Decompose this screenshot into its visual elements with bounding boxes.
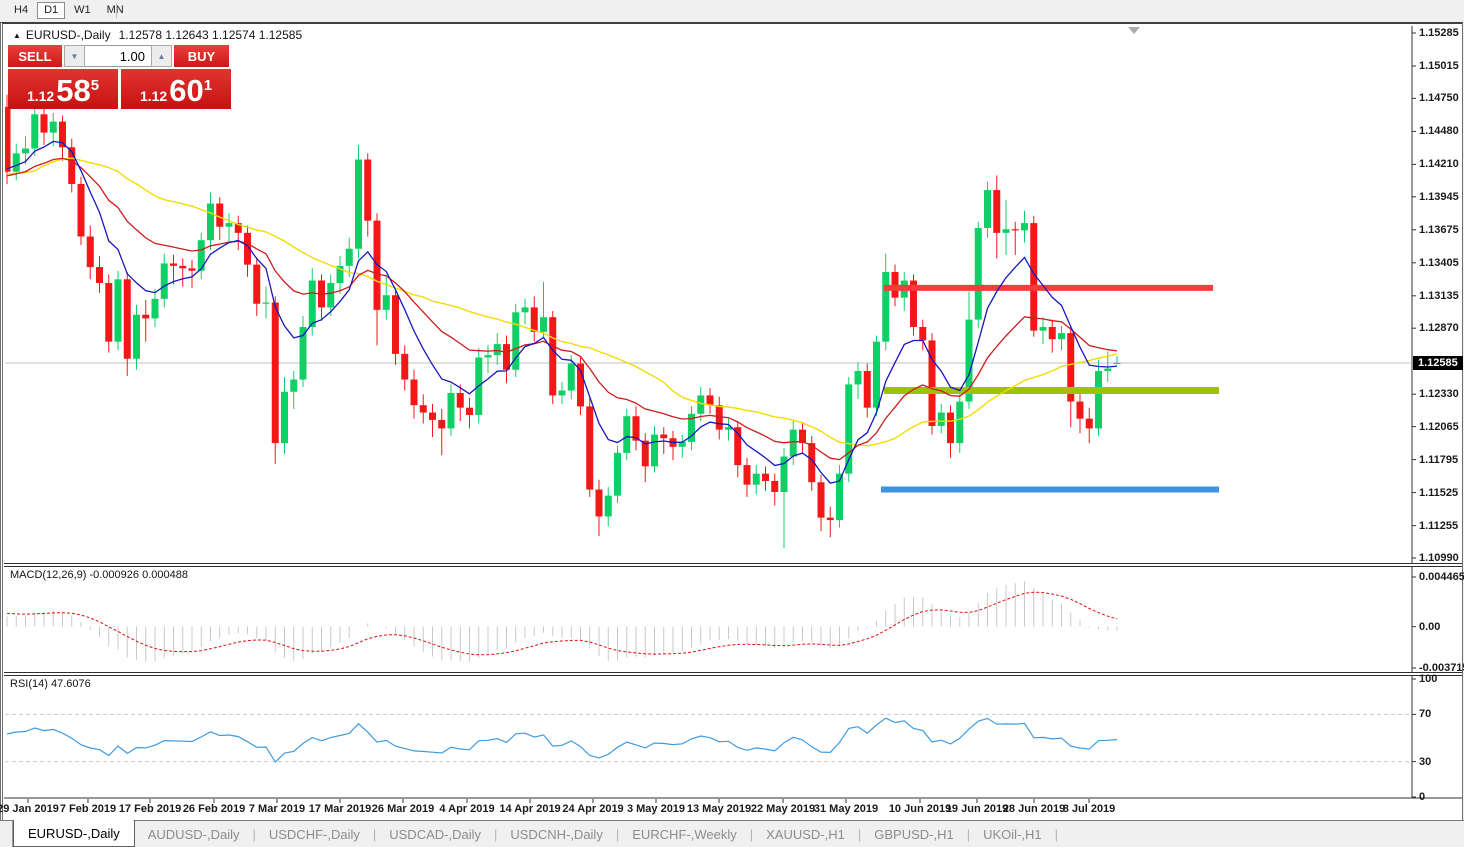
timeframe-button-d1[interactable]: D1 bbox=[37, 2, 65, 19]
price-axis-label: 1.13945 bbox=[1419, 191, 1459, 203]
buy-price-pip: 1 bbox=[204, 78, 212, 93]
sell-button[interactable]: SELL bbox=[8, 45, 62, 67]
date-axis-label: 4 Apr 2019 bbox=[439, 803, 494, 815]
date-axis-label: 26 Feb 2019 bbox=[183, 803, 245, 815]
rsi-axis-label: 0 bbox=[1419, 791, 1425, 803]
volume-input[interactable] bbox=[85, 45, 151, 67]
sell-price-pip: 5 bbox=[91, 78, 99, 93]
chart-shift-marker-icon[interactable] bbox=[1128, 27, 1140, 34]
date-axis-label: 22 May 2019 bbox=[751, 803, 815, 815]
volume-decrease-icon[interactable]: ▼ bbox=[64, 45, 85, 67]
sell-price-box[interactable]: 1.12 58 5 bbox=[8, 69, 118, 109]
toolbar-separator bbox=[116, 3, 117, 18]
date-axis-label: 8 Jul 2019 bbox=[1063, 803, 1116, 815]
volume-increase-icon[interactable]: ▲ bbox=[151, 45, 172, 67]
tab-separator: | bbox=[1055, 821, 1058, 847]
chart-tab-gbpusd-h1[interactable]: GBPUSD-,H1 bbox=[861, 821, 966, 847]
macd-axis-label: 0.00 bbox=[1419, 621, 1440, 633]
chart-tab-usdcad-daily[interactable]: USDCAD-,Daily bbox=[376, 821, 494, 847]
volume-stepper: ▼ ▲ bbox=[64, 45, 172, 67]
chart-ohlc-values: 1.12578 1.12643 1.12574 1.12585 bbox=[119, 28, 303, 42]
buy-button[interactable]: BUY bbox=[174, 45, 229, 67]
rsi-axis-label: 70 bbox=[1419, 708, 1431, 720]
chart-tab-ukoil-h1[interactable]: UKOil-,H1 bbox=[970, 821, 1055, 847]
chart-tab-usdcnh-daily[interactable]: USDCNH-,Daily bbox=[497, 821, 615, 847]
price-axis-label: 1.15285 bbox=[1419, 27, 1459, 39]
mt4-terminal: H4D1W1MN ▲ EURUSD-,Daily 1.12578 1.12643 1… bbox=[0, 0, 1464, 847]
one-click-trading-panel: SELL ▼ ▲ BUY 1.12 58 5 1.12 60 1 bbox=[8, 45, 233, 109]
chart-window[interactable] bbox=[0, 22, 1463, 820]
chart-collapse-icon[interactable]: ▲ bbox=[13, 31, 21, 40]
price-axis-label: 1.14480 bbox=[1419, 125, 1459, 137]
price-axis-label: 1.12870 bbox=[1419, 322, 1459, 334]
date-axis-label: 28 Jun 2019 bbox=[1003, 803, 1065, 815]
date-axis-label: 14 Apr 2019 bbox=[499, 803, 560, 815]
buy-price-box[interactable]: 1.12 60 1 bbox=[121, 69, 231, 109]
macd-pane-splitter[interactable] bbox=[4, 563, 1462, 567]
rsi-axis-label: 100 bbox=[1419, 673, 1437, 685]
chart-tab-bar: EURUSD-,DailyAUDUSD-,Daily | USDCHF-,Daily… bbox=[0, 820, 1464, 847]
buy-price-base: 1.12 bbox=[140, 86, 167, 106]
date-axis-label: 3 May 2019 bbox=[627, 803, 685, 815]
chart-symbol-label: EURUSD-,Daily bbox=[26, 28, 111, 42]
date-axis-label: 13 May 2019 bbox=[687, 803, 751, 815]
price-axis-label: 1.15015 bbox=[1419, 60, 1459, 72]
sell-price-big: 58 bbox=[56, 76, 90, 106]
date-axis-label: 10 Jun 2019 bbox=[889, 803, 951, 815]
date-axis-label: 7 Mar 2019 bbox=[249, 803, 305, 815]
sell-price-base: 1.12 bbox=[27, 86, 54, 106]
chart-tab-eurchf-weekly[interactable]: EURCHF-,Weekly bbox=[619, 821, 750, 847]
timeframe-button-w1[interactable]: W1 bbox=[67, 2, 98, 19]
date-axis-label: 17 Feb 2019 bbox=[119, 803, 181, 815]
date-axis-label: 29 Jan 2019 bbox=[0, 803, 59, 815]
price-axis-label: 1.10990 bbox=[1419, 552, 1459, 564]
timeframe-button-h4[interactable]: H4 bbox=[7, 2, 35, 19]
rsi-pane-splitter[interactable] bbox=[4, 672, 1462, 676]
price-axis-label: 1.14210 bbox=[1419, 158, 1459, 170]
timeframe-toolbar: H4D1W1MN bbox=[0, 0, 1464, 22]
date-axis-label: 31 May 2019 bbox=[814, 803, 878, 815]
price-axis-label: 1.12065 bbox=[1419, 421, 1459, 433]
price-axis-label: 1.14750 bbox=[1419, 92, 1459, 104]
chart-tab-eurusd-daily[interactable]: EURUSD-,Daily bbox=[13, 820, 135, 847]
date-axis-label: 26 Mar 2019 bbox=[372, 803, 434, 815]
date-axis-label: 24 Apr 2019 bbox=[562, 803, 623, 815]
rsi-indicator-label: RSI(14) 47.6076 bbox=[10, 678, 91, 690]
price-axis-label: 1.11795 bbox=[1419, 454, 1458, 466]
chart-tab-audusd-daily[interactable]: AUDUSD-,Daily bbox=[135, 821, 253, 847]
price-axis-label: 1.13675 bbox=[1419, 224, 1459, 236]
macd-indicator-label: MACD(12,26,9) -0.000926 0.000488 bbox=[10, 569, 188, 581]
timeframe-buttons: H4D1W1MN bbox=[6, 0, 132, 19]
price-axis-label: 1.12330 bbox=[1419, 388, 1459, 400]
chart-title: ▲ EURUSD-,Daily 1.12578 1.12643 1.12574 1.… bbox=[13, 28, 302, 42]
buy-price-big: 60 bbox=[169, 76, 203, 106]
chart-tab-usdchf-daily[interactable]: USDCHF-,Daily bbox=[256, 821, 373, 847]
rsi-axis-label: 30 bbox=[1419, 756, 1431, 768]
date-axis-label: 17 Mar 2019 bbox=[309, 803, 371, 815]
price-axis-label: 1.13135 bbox=[1419, 290, 1459, 302]
date-axis-label: 7 Feb 2019 bbox=[60, 803, 116, 815]
price-axis-label: 1.11255 bbox=[1419, 520, 1458, 532]
tab-scroll-notch[interactable] bbox=[0, 821, 13, 847]
date-axis-label: 19 Jun 2019 bbox=[946, 803, 1008, 815]
chart-tab-xauusd-h1[interactable]: XAUUSD-,H1 bbox=[753, 821, 858, 847]
price-axis-label: 1.11525 bbox=[1419, 487, 1458, 499]
macd-axis-label: 0.004465 bbox=[1419, 571, 1464, 583]
current-price-tag: 1.12585 bbox=[1413, 356, 1463, 370]
price-axis-label: 1.13405 bbox=[1419, 257, 1459, 269]
